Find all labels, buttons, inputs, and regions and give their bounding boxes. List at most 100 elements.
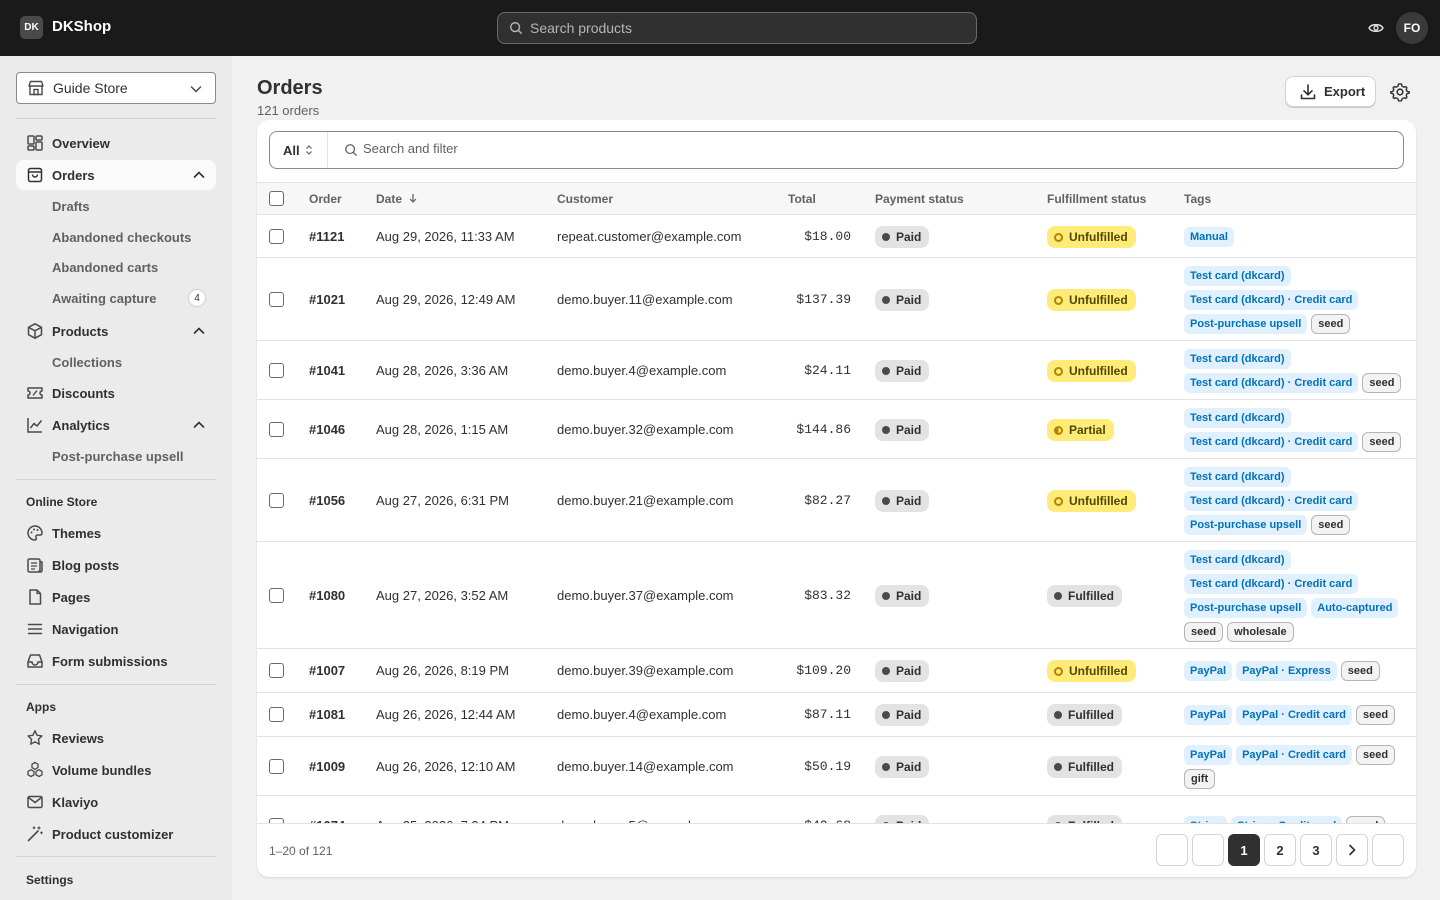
sidebar-item-discounts[interactable]: Discounts <box>16 378 216 408</box>
row-checkbox[interactable] <box>269 759 284 774</box>
table-row[interactable]: #1021 Aug 29, 2026, 12:49 AM demo.buyer.11… <box>257 258 1416 341</box>
view-selector[interactable]: All <box>270 132 328 168</box>
header-total[interactable]: Total <box>788 192 816 206</box>
order-number-link[interactable]: #1121 <box>309 229 344 244</box>
sidebar-item-form-submissions[interactable]: Form submissions <box>16 646 216 676</box>
sidebar-divider <box>16 856 216 857</box>
next-page-button[interactable] <box>1336 834 1368 866</box>
last-page-button[interactable] <box>1372 834 1404 866</box>
blog-icon <box>27 558 43 573</box>
sidebar-item-label: Post-purchase upsell <box>52 449 184 464</box>
store-logo[interactable]: DK <box>20 16 43 39</box>
row-checkbox[interactable] <box>269 292 284 307</box>
sidebar-item-pages[interactable]: Pages <box>16 582 216 612</box>
page-button-1[interactable]: 1 <box>1228 834 1260 866</box>
table-row[interactable]: #1081 Aug 26, 2026, 12:44 AM demo.buyer.4@… <box>257 693 1416 737</box>
sidebar-item-analytics[interactable]: Analytics <box>16 410 216 440</box>
settings-link[interactable]: Settings <box>26 873 73 887</box>
row-checkbox[interactable] <box>269 422 284 437</box>
row-checkbox[interactable] <box>269 363 284 378</box>
sidebar-item-label: Overview <box>52 136 110 151</box>
fulfillment-status-badge: Unfulfilled <box>1047 660 1136 682</box>
status-dot-icon <box>882 497 890 505</box>
sidebar-item-themes[interactable]: Themes <box>16 518 216 548</box>
store-selector[interactable]: Guide Store <box>16 72 216 104</box>
select-all-checkbox[interactable] <box>269 191 284 206</box>
header-tags[interactable]: Tags <box>1184 192 1211 206</box>
order-total: $87.11 <box>804 707 851 722</box>
filter-bar[interactable]: All <box>269 131 1404 169</box>
gear-icon[interactable] <box>1388 80 1412 104</box>
table-row[interactable]: #1056 Aug 27, 2026, 6:31 PM demo.buyer.21@… <box>257 459 1416 542</box>
page-button-2[interactable]: 2 <box>1264 834 1296 866</box>
row-checkbox[interactable] <box>269 493 284 508</box>
row-checkbox[interactable] <box>269 707 284 722</box>
previous-page-button[interactable] <box>1192 834 1224 866</box>
row-checkbox[interactable] <box>269 663 284 678</box>
order-number-link[interactable]: #1021 <box>309 292 345 307</box>
order-tag: seed <box>1356 705 1396 725</box>
chevron-down-icon <box>190 86 202 93</box>
export-button[interactable]: Export <box>1285 76 1376 107</box>
order-number-link[interactable]: #1041 <box>309 363 345 378</box>
header-fulfillment-status[interactable]: Fulfillment status <box>1047 192 1146 206</box>
sidebar-item-orders[interactable]: Orders <box>16 160 216 190</box>
order-tag: Auto-captured <box>1311 598 1399 618</box>
payment-status-text: Paid <box>896 494 922 508</box>
order-number-link[interactable]: #1080 <box>309 588 345 603</box>
sidebar-item-volume-bundles[interactable]: Volume bundles <box>16 755 216 785</box>
order-number-link[interactable]: #1046 <box>309 422 345 437</box>
table-row[interactable]: #1009 Aug 26, 2026, 12:10 AM demo.buyer.14… <box>257 737 1416 796</box>
sidebar-item-label: Volume bundles <box>52 763 152 778</box>
sidebar-item-drafts[interactable]: Drafts <box>16 192 216 220</box>
user-avatar[interactable]: FO <box>1396 12 1428 44</box>
eye-icon[interactable] <box>1364 18 1388 38</box>
chevron-up-icon[interactable] <box>192 324 206 338</box>
header-payment-status[interactable]: Payment status <box>875 192 964 206</box>
sidebar-item-product-customizer[interactable]: Product customizer <box>16 819 216 849</box>
sidebar-item-blog-posts[interactable]: Blog posts <box>16 550 216 580</box>
apps-heading[interactable]: Apps <box>26 700 56 714</box>
sidebar-item-abandoned-checkouts[interactable]: Abandoned checkouts <box>16 223 216 251</box>
sidebar-item-abandoned-carts[interactable]: Abandoned carts <box>16 253 216 281</box>
order-number-link[interactable]: #1056 <box>309 493 345 508</box>
table-row[interactable]: #1046 Aug 28, 2026, 1:15 AM demo.buyer.32@… <box>257 400 1416 459</box>
sidebar-item-navigation[interactable]: Navigation <box>16 614 216 644</box>
order-total: $18.00 <box>804 229 851 244</box>
sidebar-item-overview[interactable]: Overview <box>16 128 216 158</box>
table-row[interactable]: #1121 Aug 29, 2026, 11:33 AM repeat.custom… <box>257 215 1416 258</box>
app-name[interactable]: DKShop <box>52 18 111 35</box>
table-row[interactable]: #1080 Aug 27, 2026, 3:52 AM demo.buyer.37@… <box>257 542 1416 649</box>
page-button-3[interactable]: 3 <box>1300 834 1332 866</box>
search-input[interactable] <box>530 20 930 36</box>
table-row[interactable]: #1074Aug 25, 2026, 7:34 PMdemo.buyer.5@e… <box>257 796 1416 823</box>
order-number-link[interactable]: #1007 <box>309 663 345 678</box>
header-date[interactable]: Date <box>376 192 418 206</box>
order-number-link[interactable]: #1009 <box>309 759 345 774</box>
header-order[interactable]: Order <box>309 192 342 206</box>
order-number-link[interactable]: #1081 <box>309 707 345 722</box>
sidebar-item-products[interactable]: Products <box>16 316 216 346</box>
sidebar-item-collections[interactable]: Collections <box>16 348 216 376</box>
chevron-up-icon[interactable] <box>192 418 206 432</box>
search-filter-input[interactable] <box>363 141 1263 156</box>
sidebar-item-reviews[interactable]: Reviews <box>16 723 216 753</box>
table-row[interactable]: #1041 Aug 28, 2026, 3:36 AM demo.buyer.4@e… <box>257 341 1416 400</box>
sidebar-item-post-purchase-upsell[interactable]: Post-purchase upsell <box>16 442 216 470</box>
sidebar-item-awaiting-capture[interactable]: Awaiting capture 4 <box>16 284 216 312</box>
online-store-heading[interactable]: Online Store <box>26 495 97 509</box>
order-tags: PayPal PayPal · Credit card seed gift <box>1184 745 1409 789</box>
header-customer[interactable]: Customer <box>557 192 613 206</box>
page-icon <box>29 589 42 605</box>
sidebar-item-klaviyo[interactable]: Klaviyo <box>16 787 216 817</box>
chevron-up-icon[interactable] <box>192 168 206 182</box>
row-checkbox[interactable] <box>269 229 284 244</box>
row-checkbox[interactable] <box>269 588 284 603</box>
first-page-button[interactable] <box>1156 834 1188 866</box>
order-tag: Stripe · Credit card <box>1231 816 1343 823</box>
pagination-range: 1–20 of 121 <box>269 844 333 858</box>
table-row[interactable]: #1007 Aug 26, 2026, 8:19 PM demo.buyer.39@… <box>257 649 1416 693</box>
payment-status-badge: Paid <box>875 226 930 248</box>
top-search-bar[interactable] <box>497 12 977 44</box>
status-dot-icon <box>882 296 890 304</box>
